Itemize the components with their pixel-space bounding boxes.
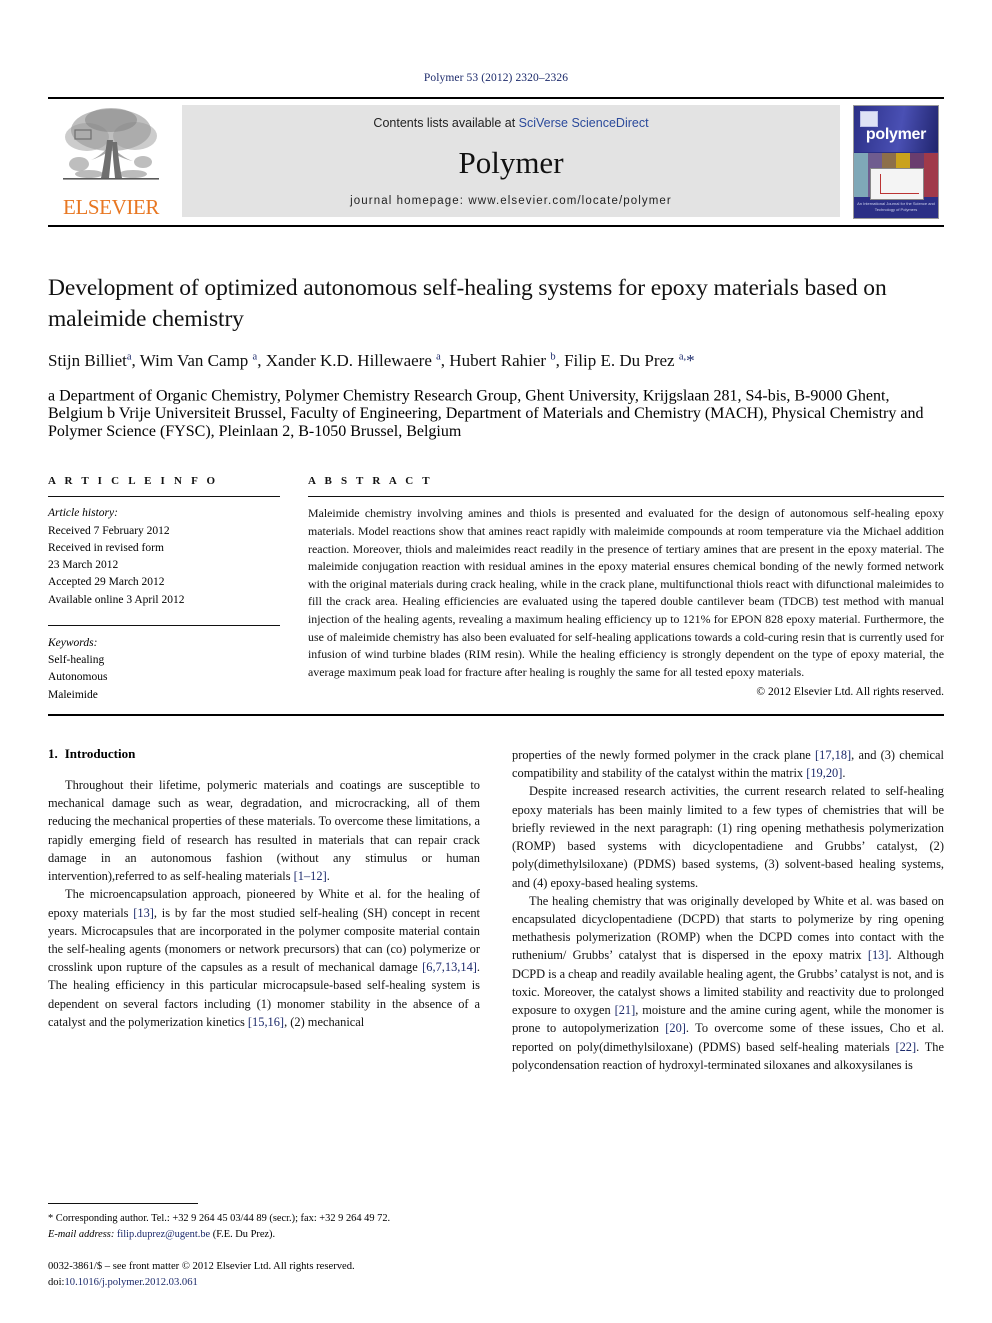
history-item: Available online 3 April 2012	[48, 593, 185, 606]
section-number: 1.	[48, 745, 58, 761]
email-note: E-mail address: filip.duprez@ugent.be (F…	[48, 1228, 276, 1240]
contents-prefix: Contents lists available at	[373, 116, 519, 130]
abstract-heading: A B S T R A C T	[308, 475, 433, 488]
history-item: Accepted 29 March 2012	[48, 576, 165, 589]
paragraph: The healing chemistry that was originall…	[512, 893, 944, 1072]
body-columns: 1. Introduction Throughout their lifetime…	[48, 746, 944, 1074]
article-info-rule: Article history: Received 7 February 201…	[48, 496, 280, 609]
history-item: 23 March 2012	[48, 559, 119, 572]
sciencedirect-link[interactable]: SciVerse ScienceDirect	[519, 116, 649, 130]
abstract-text: Maleimide chemistry involving amines and…	[308, 506, 944, 679]
copyright-line: © 2012 Elsevier Ltd. All rights reserved…	[756, 686, 944, 699]
issn-block: 0032-3861/$ – see front matter © 2012 El…	[48, 1259, 466, 1291]
section-title-text: Introduction	[64, 745, 136, 761]
publisher-logo: ELSEVIER	[48, 99, 174, 225]
masthead-right: polymer An International Journal for the…	[848, 99, 944, 225]
masthead-bottom-rule	[48, 225, 944, 227]
journal-homepage-link[interactable]: journal homepage: www.elsevier.com/locat…	[350, 195, 672, 207]
issn-line: 0032-3861/$ – see front matter © 2012 El…	[48, 1261, 355, 1273]
masthead-center: Contents lists available at SciVerse Sci…	[182, 105, 840, 217]
title-block: Development of optimized autonomous self…	[48, 273, 944, 441]
paragraph: Despite increased research activities, t…	[512, 784, 944, 890]
body-column-left: 1. Introduction Throughout their lifetime…	[48, 746, 480, 1074]
paragraph: The microencapsulation approach, pioneer…	[48, 887, 480, 1029]
article-info-column: A R T I C L E I N F O Article history: R…	[48, 475, 280, 704]
running-head: Polymer 53 (2012) 2320–2326	[423, 72, 569, 84]
abstract-column: A B S T R A C T Maleimide chemistry invo…	[308, 475, 944, 704]
keywords-label: Keywords:	[48, 636, 98, 649]
article-history-label: Article history:	[48, 507, 118, 520]
author-list: Stijn Billieta, Wim Van Camp a, Xander K…	[48, 351, 695, 371]
journal-masthead: ELSEVIER Contents lists available at Sci…	[48, 97, 944, 225]
paper-page: Polymer 53 (2012) 2320–2326 ELSEVIER Con…	[0, 0, 992, 1323]
article-info-heading: A R T I C L E I N F O	[48, 475, 219, 488]
journal-title: Polymer	[458, 145, 564, 180]
journal-cover-thumbnail: polymer An International Journal for the…	[853, 105, 939, 219]
abstract-rule: Maleimide chemistry involving amines and…	[308, 496, 944, 698]
abstract-bottom-rule	[48, 713, 944, 716]
corresponding-author-note: * Corresponding author. Tel.: +32 9 264 …	[48, 1213, 391, 1224]
footnote-rule	[48, 1203, 198, 1204]
doi-line[interactable]: doi:10.1016/j.polymer.2012.03.061	[48, 1275, 466, 1291]
paragraph: Throughout their lifetime, polymeric mat…	[48, 777, 480, 884]
section-heading: 1. Introduction	[48, 746, 480, 762]
keyword-item: Autonomous	[48, 671, 108, 684]
keywords-block: Keywords: Self-healing Autonomous Maleim…	[48, 624, 280, 704]
cover-chart-inset	[870, 168, 924, 200]
cover-journal-title: polymer	[865, 126, 927, 143]
body-column-right: properties of the newly formed polymer i…	[512, 746, 944, 1074]
keyword-item: Maleimide	[48, 688, 98, 701]
affiliation-list: a Department of Organic Chemistry, Polym…	[48, 387, 924, 441]
cover-footer-text: An International Journal for the Science…	[857, 201, 935, 212]
page-title: Development of optimized autonomous self…	[48, 275, 887, 332]
history-item: Received 7 February 2012	[48, 524, 170, 537]
info-abstract-row: A R T I C L E I N F O Article history: R…	[48, 475, 944, 704]
cover-publisher-icon	[860, 111, 878, 127]
contents-list-line: Contents lists available at SciVerse Sci…	[373, 116, 648, 130]
paragraph: properties of the newly formed polymer i…	[512, 747, 944, 781]
elsevier-wordmark: ELSEVIER	[63, 195, 159, 219]
history-item: Received in revised form	[48, 541, 164, 554]
keyword-item: Self-healing	[48, 654, 105, 667]
elsevier-tree-icon	[63, 108, 159, 180]
footnote-zone: * Corresponding author. Tel.: +32 9 264 …	[48, 1203, 466, 1291]
